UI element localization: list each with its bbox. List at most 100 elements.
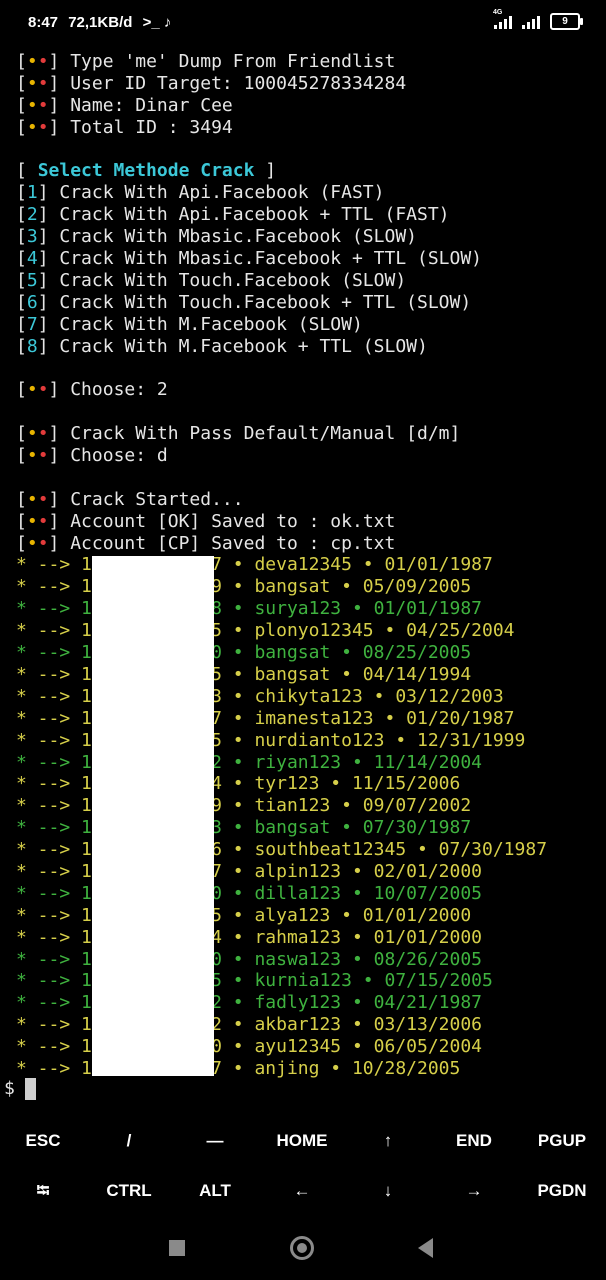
result-prefix: * --> 1: [16, 620, 92, 642]
home-icon[interactable]: [290, 1236, 314, 1260]
prompt-symbol: $: [4, 1078, 15, 1099]
arrow-down-key[interactable]: ↓: [345, 1168, 431, 1214]
result-prefix: * --> 1: [16, 860, 92, 882]
menu-item: [3] Crack With Mbasic.Facebook (SLOW): [16, 226, 417, 248]
result-text: chikyta123 • 03/12/2003: [254, 685, 504, 707]
ctrl-key[interactable]: CTRL: [86, 1168, 172, 1214]
result-text: anjing • 10/28/2005: [254, 1057, 461, 1079]
status-text: Account [CP] Saved to : cp.txt: [70, 532, 396, 554]
status-line: [••] Account [CP] Saved to : cp.txt: [16, 532, 396, 554]
signal-icon: [522, 15, 540, 29]
menu-item-number: 6: [26, 291, 38, 313]
menu-item-number: 3: [26, 226, 38, 248]
arrow-right-key[interactable]: →: [431, 1168, 517, 1214]
navigation-bar: [0, 1220, 606, 1280]
back-icon[interactable]: [418, 1238, 433, 1258]
arrow-up-key[interactable]: ↑: [345, 1118, 431, 1164]
result-text: fadly123 • 04/21/1987: [254, 992, 483, 1014]
result-text: southbeat12345 • 07/30/1987: [254, 839, 548, 861]
shell-prompt[interactable]: $: [4, 1078, 36, 1100]
select-title: Select Methode Crack: [37, 160, 255, 182]
status-line: [••] Account [OK] Saved to : ok.txt: [16, 510, 396, 532]
result-text: bangsat • 07/30/1987: [254, 817, 472, 839]
result-prefix: * --> 1: [16, 904, 92, 926]
result-text: plonyo12345 • 04/25/2004: [254, 620, 515, 642]
slash-key[interactable]: /: [86, 1118, 172, 1164]
result-prefix: * --> 1: [16, 707, 92, 729]
result-text: alpin123 • 02/01/2000: [254, 860, 483, 882]
choose-text: Choose: d: [70, 445, 168, 467]
header-text: Total ID : 3494: [70, 116, 233, 138]
result-text: surya123 • 01/01/1987: [254, 598, 483, 620]
alt-key[interactable]: ALT: [172, 1168, 258, 1214]
status-line: [••] Crack Started...: [16, 488, 244, 510]
esc-key[interactable]: ESC: [0, 1118, 86, 1164]
menu-item-label: Crack With Touch.Facebook (SLOW): [59, 269, 407, 291]
result-text: nurdianto123 • 12/31/1999: [254, 729, 526, 751]
menu-item-number: 7: [26, 313, 38, 335]
result-prefix: * --> 1: [16, 882, 92, 904]
menu-item-label: Crack With M.Facebook + TTL (SLOW): [59, 335, 428, 357]
menu-item: [1] Crack With Api.Facebook (FAST): [16, 182, 385, 204]
result-text: imanesta123 • 01/20/1987: [254, 707, 515, 729]
result-text: bangsat • 04/14/1994: [254, 663, 472, 685]
result-prefix: * --> 1: [16, 642, 92, 664]
result-prefix: * --> 1: [16, 773, 92, 795]
status-text: Crack Started...: [70, 488, 244, 510]
result-text: tian123 • 09/07/2002: [254, 795, 472, 817]
header-line: [••] Name: Dinar Cee: [16, 94, 233, 116]
result-text: naswa123 • 08/26/2005: [254, 948, 483, 970]
menu-item: [8] Crack With M.Facebook + TTL (SLOW): [16, 335, 428, 357]
result-text: bangsat • 05/09/2005: [254, 576, 472, 598]
result-prefix: * --> 1: [16, 576, 92, 598]
result-text: deva12345 • 01/01/1987: [254, 554, 493, 576]
menu-item: [2] Crack With Api.Facebook + TTL (FAST): [16, 204, 450, 226]
result-prefix: * --> 1: [16, 948, 92, 970]
home-key[interactable]: HOME: [259, 1118, 345, 1164]
result-prefix: * --> 1: [16, 795, 92, 817]
result-prefix: * --> 1: [16, 729, 92, 751]
menu-item: [6] Crack With Touch.Facebook + TTL (SLO…: [16, 291, 472, 313]
menu-item: [4] Crack With Mbasic.Facebook + TTL (SL…: [16, 248, 483, 270]
result-prefix: * --> 1: [16, 817, 92, 839]
signal-4g-icon: 4G: [493, 9, 512, 29]
menu-item-number: 4: [26, 248, 38, 270]
select-title-line: [ Select Methode Crack ]: [16, 160, 277, 182]
tab-key[interactable]: ⭾: [0, 1168, 86, 1214]
menu-item-number: 1: [26, 182, 38, 204]
menu-item-label: Crack With Api.Facebook + TTL (FAST): [59, 204, 450, 226]
result-prefix: * --> 1: [16, 1036, 92, 1058]
dash-key[interactable]: —: [172, 1118, 258, 1164]
end-key[interactable]: END: [431, 1118, 517, 1164]
choose-line: [••] Choose: 2: [16, 379, 168, 401]
menu-item-label: Crack With Api.Facebook (FAST): [59, 182, 385, 204]
result-text: akbar123 • 03/13/2006: [254, 1014, 483, 1036]
result-text: alya123 • 01/01/2000: [254, 904, 472, 926]
status-net-speed: 72,1KB/d: [68, 14, 133, 31]
result-text: rahma123 • 01/01/2000: [254, 926, 483, 948]
menu-item-number: 5: [26, 269, 38, 291]
menu-item: [7] Crack With M.Facebook (SLOW): [16, 313, 363, 335]
page-down-key[interactable]: PGDN: [519, 1168, 605, 1214]
menu-item-number: 8: [26, 335, 38, 357]
extra-keys-bar: ESC / — HOME ↑ END PGUP ⭾ CTRL ALT ← ↓ → PGDN: [0, 1118, 606, 1218]
menu-item-label: Crack With Mbasic.Facebook + TTL (SLOW): [59, 248, 483, 270]
arrow-left-key[interactable]: ←: [259, 1168, 345, 1214]
result-prefix: * --> 1: [16, 970, 92, 992]
pass-prompt-line: [••] Crack With Pass Default/Manual [d/m…: [16, 423, 461, 445]
result-prefix: * --> 1: [16, 598, 92, 620]
recents-icon[interactable]: [169, 1240, 185, 1256]
result-text: ayu12345 • 06/05/2004: [254, 1036, 483, 1058]
result-text: kurnia123 • 07/15/2005: [254, 970, 493, 992]
redaction-box: [92, 556, 214, 1076]
choose-text: Choose: 2: [70, 379, 168, 401]
result-prefix: * --> 1: [16, 1014, 92, 1036]
page-up-key[interactable]: PGUP: [519, 1118, 605, 1164]
result-prefix: * --> 1: [16, 1057, 92, 1079]
result-prefix: * --> 1: [16, 663, 92, 685]
result-text: dilla123 • 10/07/2005: [254, 882, 483, 904]
